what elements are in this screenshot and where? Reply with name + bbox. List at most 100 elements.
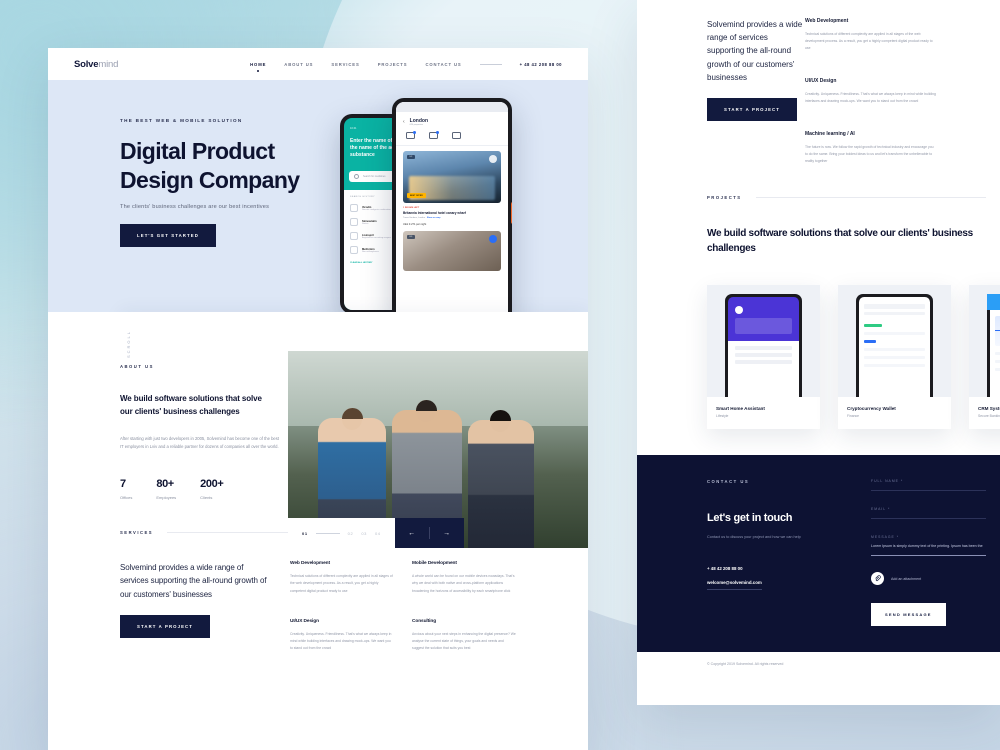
field-full-name[interactable]: FULL NAME *: [871, 479, 986, 491]
message-label: MESSAGE *: [871, 534, 900, 539]
hotel-card[interactable]: 9.2 BEST OFFER 1 ROOMS LEFT Britannia In…: [396, 146, 508, 276]
add-attachment-button[interactable]: Add an attachment: [871, 572, 986, 586]
services-intro: Solvemind provides a wide range of servi…: [120, 561, 272, 652]
about-heading: We build software solutions that solve o…: [120, 394, 262, 416]
service-consulting: Consulting Anxious about your next steps…: [412, 619, 516, 652]
data-row-positive: [864, 323, 882, 327]
nav-item-services[interactable]: SERVICES: [331, 62, 359, 67]
pill-icon: [350, 246, 358, 254]
service-web-development: Web Development Technical solutions of d…: [290, 561, 394, 594]
contact-email[interactable]: welcome@solvemind.com: [707, 580, 762, 591]
project-screen: [990, 296, 1000, 397]
service-web-development-continued: Web Development Technical solutions of d…: [805, 18, 937, 52]
project-card-smart-home[interactable]: Smart Home Assistant Lifestyle: [707, 284, 820, 429]
project-meta: Smart Home Assistant Lifestyle: [707, 397, 820, 429]
service-title: Mobile Development: [412, 561, 457, 567]
project-thumbnail: [969, 284, 1000, 397]
carousel-page-04[interactable]: 04: [375, 531, 381, 536]
data-row: [995, 359, 1000, 363]
services-intro-continued: Solvemind provides a wide range of servi…: [637, 18, 805, 165]
project-phone-mockup: [856, 293, 933, 397]
send-message-button[interactable]: SEND MESSAGE: [871, 603, 946, 627]
contact-subtitle: Contact us to discuss your project and h…: [707, 534, 801, 539]
projects-header-rule: [755, 196, 986, 198]
carousel-page-current[interactable]: 01: [302, 531, 308, 536]
main-nav: HOME ABOUT US SERVICES PROJECTS CONTACT …: [250, 62, 562, 67]
nav-item-home[interactable]: HOME: [250, 62, 266, 67]
project-chart-line: [995, 329, 1000, 332]
project-subtitle: Lifestyle: [716, 413, 729, 418]
services-column-1: Web Development Technical solutions of d…: [290, 561, 394, 652]
hotel-city-sub: 620 properties: [409, 124, 423, 126]
nav-item-about-us[interactable]: ABOUT US: [284, 62, 313, 67]
hotel-app-header: ‹ London 620 properties: [396, 112, 508, 126]
data-row: [864, 347, 925, 351]
stat-number: 80+: [156, 478, 174, 491]
back-arrow-icon[interactable]: ‹: [403, 119, 405, 125]
stat-number: 7: [120, 478, 126, 491]
hotel-image: 9.2 BEST OFFER: [403, 151, 501, 203]
photo-carousel-controls: 01 02 03 04 ← →: [288, 518, 464, 548]
project-card-crm-system[interactable]: CRM System Secure Banking Authentication: [969, 284, 1000, 429]
contact-info: CONTACT US Let's get in touch Contact us…: [707, 479, 857, 626]
projects-heading: We build software solutions that solve o…: [707, 227, 973, 255]
guests-icon[interactable]: [429, 131, 439, 139]
stat-offices: 7 Offices: [120, 478, 132, 500]
team-member-2-hair: [415, 400, 437, 411]
logo-light: mind: [98, 58, 119, 70]
carousel-page-03[interactable]: 03: [361, 531, 367, 536]
filter-icon[interactable]: [452, 132, 461, 139]
carousel-page-02[interactable]: 02: [348, 531, 354, 536]
projects-header: PROJECTS: [707, 195, 1000, 200]
projects-section: PROJECTS We build software solutions tha…: [637, 165, 1000, 429]
start-project-button-continued[interactable]: START A PROJECT: [707, 97, 797, 121]
add-attachment-label: Add an attachment: [891, 576, 922, 581]
message-underline: [871, 554, 986, 557]
field-message[interactable]: MESSAGE * Lorem Ipsum is simply dummy te…: [871, 534, 986, 557]
services-section-continued: Solvemind provides a wide range of servi…: [637, 0, 1000, 165]
project-header-bar: [987, 293, 1000, 310]
service-text: The future is now. We follow the rapid g…: [805, 144, 934, 163]
nav-phone[interactable]: + 48 42 208 88 00: [520, 62, 562, 67]
hotel-map-link[interactable]: Show on map: [427, 217, 441, 219]
projects-kicker: PROJECTS: [707, 194, 742, 200]
hotel-rating-badge: 9.2: [407, 155, 415, 159]
project-subtitle: Finance: [847, 413, 860, 418]
project-card-crypto-wallet[interactable]: Cryptocurrency Wallet Finance: [838, 284, 951, 429]
hero-section: THE BEST WEB & MOBILE SOLUTION Digital P…: [48, 80, 588, 312]
pill-icon: [350, 204, 358, 212]
project-subtitle: Secure Banking Authentication: [978, 413, 1000, 418]
hero-cta-button[interactable]: LET'S GET STARTED: [120, 224, 216, 248]
hero-phone-mockups: 10:41 Enter the name of the drug or the …: [340, 90, 540, 312]
nav-item-contact-us[interactable]: CONTACT US: [425, 62, 461, 67]
logo[interactable]: Solvemind: [74, 59, 118, 70]
hotel-favorite-icon[interactable]: [489, 155, 497, 163]
nav-divider: [479, 63, 502, 65]
team-member-3-hair: [489, 410, 511, 421]
service-title: Web Development: [805, 18, 849, 24]
service-mobile-development: Mobile Development A whole world can be …: [412, 561, 516, 594]
hotel-offer-badge: BEST OFFER: [407, 193, 426, 198]
hotel-rating-badge-2: 8.3: [407, 235, 415, 240]
hotel-favorite-icon-2[interactable]: [489, 235, 497, 244]
field-email[interactable]: EMAIL *: [871, 507, 986, 519]
list-item: [735, 352, 792, 357]
contact-form: FULL NAME * EMAIL * MESSAGE * Lorem Ipsu…: [857, 479, 986, 627]
calendar-icon[interactable]: [406, 131, 416, 139]
arrow-right-icon[interactable]: →: [430, 530, 464, 537]
contact-phone[interactable]: + 48 42 208 88 00: [707, 566, 857, 571]
project-phone-mockup: [987, 293, 1000, 397]
scroll-side-label: SCROLL: [126, 330, 131, 359]
start-project-button[interactable]: START A PROJECT: [120, 614, 210, 638]
services-kicker: SERVICES: [120, 530, 154, 536]
site-header: Solvemind HOME ABOUT US SERVICES PROJECT…: [48, 48, 588, 80]
data-row: [864, 363, 925, 367]
service-text: Creativity. Uniqueness. Friendliness. Th…: [805, 91, 936, 103]
hotel-image-secondary: 8.3: [403, 231, 501, 272]
project-title: Cryptocurrency Wallet: [847, 405, 896, 411]
arrow-left-icon[interactable]: ←: [395, 530, 429, 537]
project-phone-mockup: [725, 293, 802, 397]
stat-label: Clients: [200, 495, 213, 501]
nav-item-projects[interactable]: PROJECTS: [378, 62, 408, 67]
services-column-3: Web Development Technical solutions of d…: [805, 18, 945, 165]
